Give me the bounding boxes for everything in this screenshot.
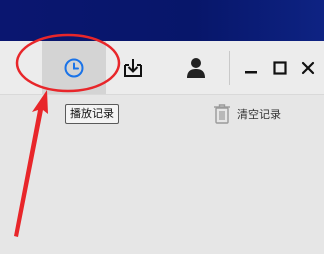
annotation-circle (15, 33, 121, 93)
annotation-arrow (14, 90, 48, 237)
annotation-overlay (14, 33, 121, 237)
